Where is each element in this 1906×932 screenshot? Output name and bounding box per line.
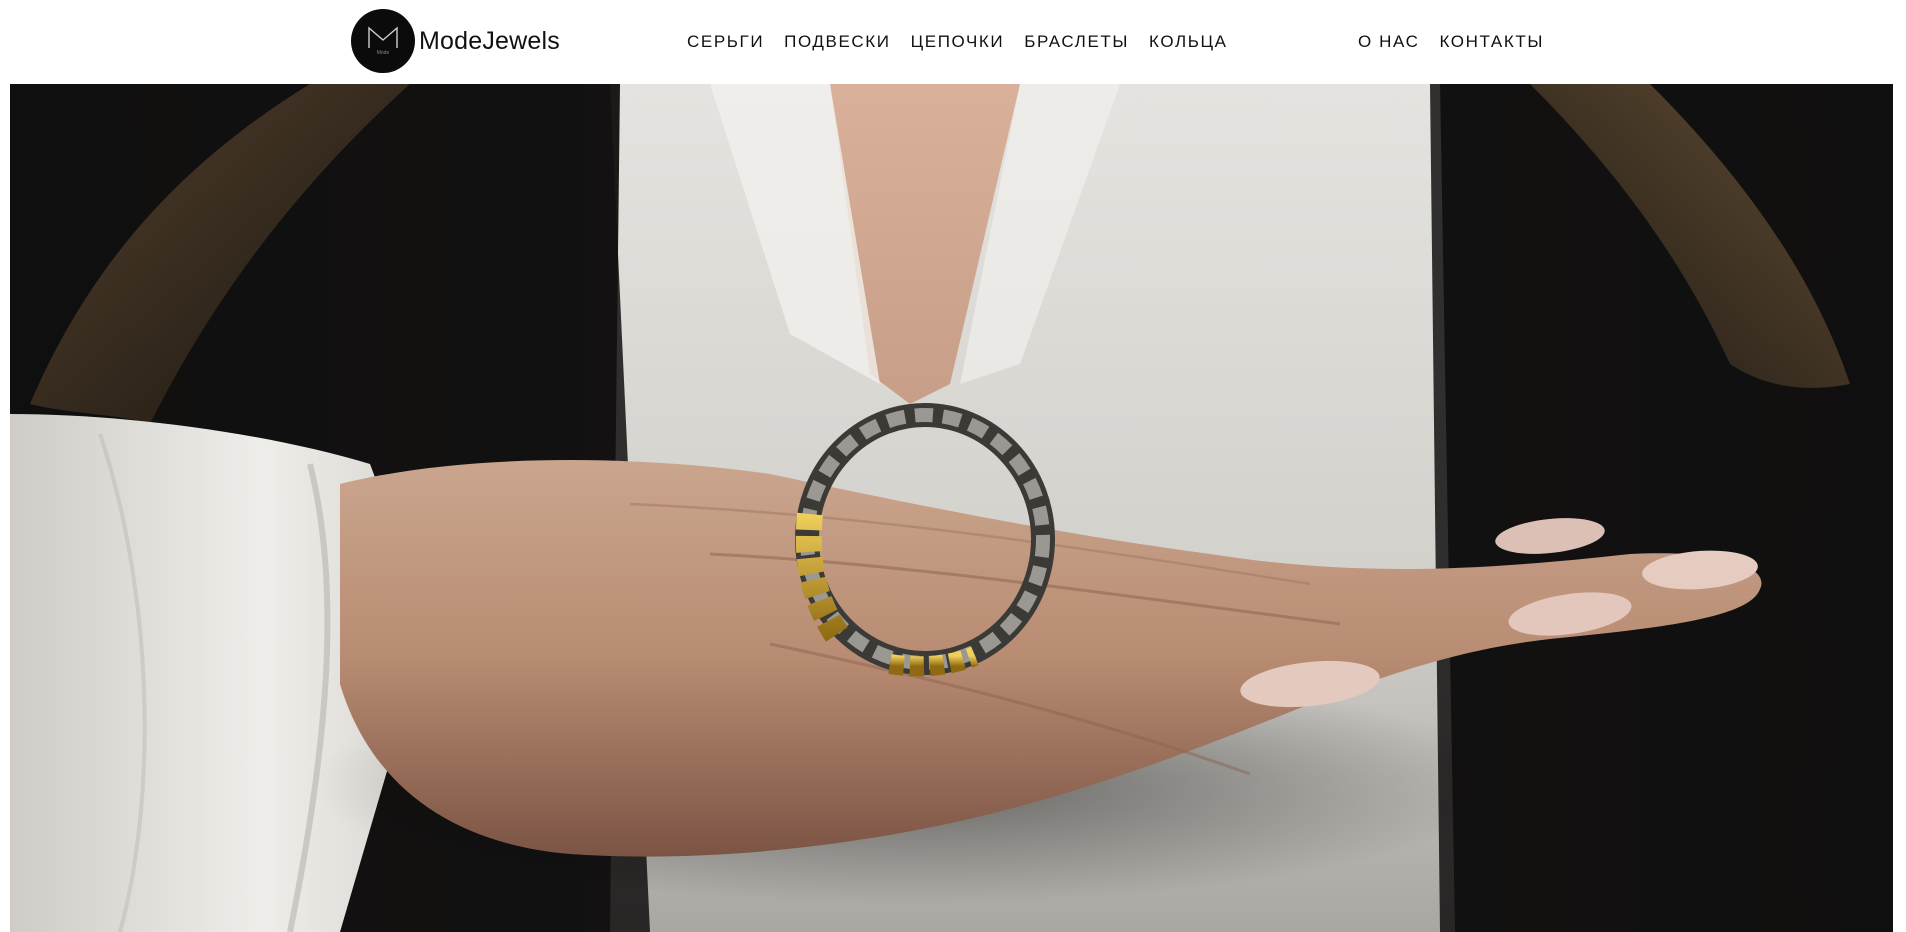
nav-item-rings[interactable]: КОЛЬЦА (1149, 32, 1228, 52)
nav-item-contacts[interactable]: КОНТАКТЫ (1439, 32, 1544, 52)
hero-banner (10, 84, 1893, 932)
nav-item-pendants[interactable]: ПОДВЕСКИ (784, 32, 890, 52)
site-header: Mode ModeJewels СЕРЬГИ ПОДВЕСКИ ЦЕПОЧКИ … (0, 0, 1906, 84)
logo-m-icon: Mode (351, 9, 415, 73)
secondary-navigation: О НАС КОНТАКТЫ (1358, 31, 1544, 53)
nav-item-bracelets[interactable]: БРАСЛЕТЫ (1024, 32, 1129, 52)
nav-item-chains[interactable]: ЦЕПОЧКИ (911, 32, 1005, 52)
hand-holding-ring-photo (10, 84, 1893, 932)
logo-small-text: Mode (376, 50, 390, 56)
logo-m-glyph (368, 26, 398, 48)
nav-item-earrings[interactable]: СЕРЬГИ (687, 32, 764, 52)
brand-name: ModeJewels (419, 26, 560, 55)
nav-item-about[interactable]: О НАС (1358, 32, 1419, 52)
main-navigation: СЕРЬГИ ПОДВЕСКИ ЦЕПОЧКИ БРАСЛЕТЫ КОЛЬЦА (687, 31, 1228, 53)
brand-logo-link[interactable]: Mode ModeJewels (351, 9, 560, 73)
